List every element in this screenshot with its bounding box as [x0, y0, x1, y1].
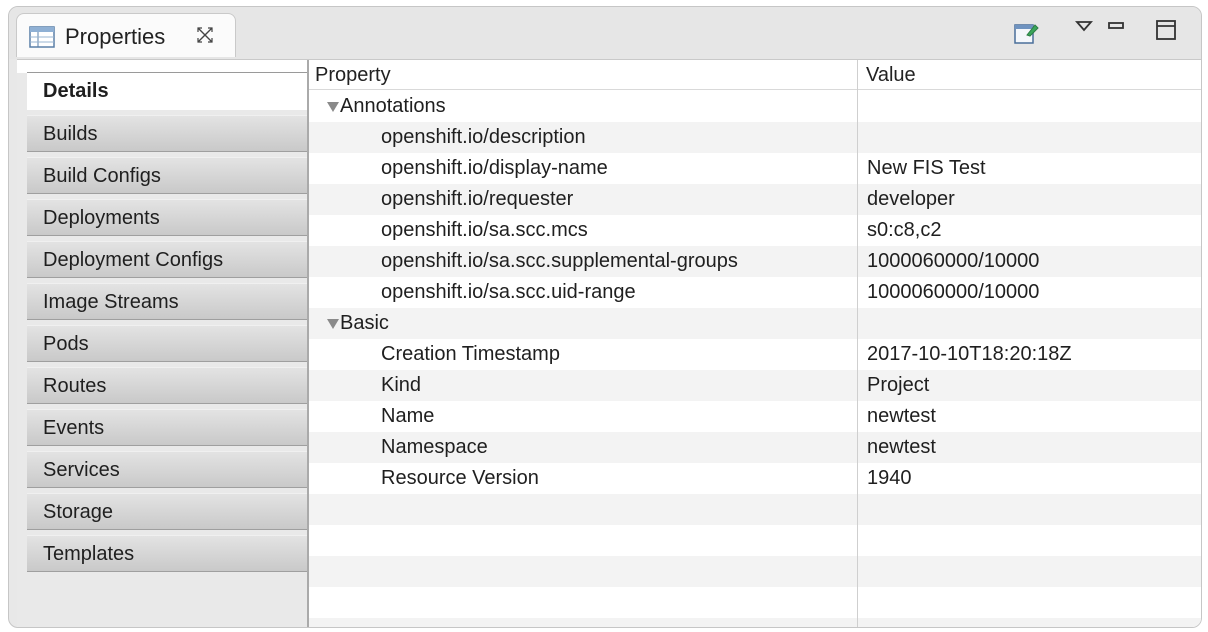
expand-triangle-icon[interactable] [327, 319, 339, 329]
property-name: openshift.io/sa.scc.uid-range [381, 281, 636, 303]
table-row[interactable]: Kind Project [309, 370, 1201, 401]
table-row[interactable]: openshift.io/sa.scc.supplemental-groups 1… [309, 246, 1201, 277]
close-icon[interactable] [195, 25, 215, 45]
properties-view: Properties Details Builds Build Configs Dep… [8, 6, 1202, 628]
empty-row [309, 618, 1201, 627]
group-label: Annotations [340, 95, 446, 117]
table-row[interactable]: Creation Timestamp 2017-10-10T18:20:18Z [309, 339, 1201, 370]
nav-item-deployment-configs[interactable]: Deployment Configs [27, 241, 307, 278]
nav-item-deployments[interactable]: Deployments [27, 199, 307, 236]
property-name: openshift.io/sa.scc.supplemental-groups [381, 250, 738, 272]
property-name: openshift.io/description [381, 126, 586, 148]
table-row[interactable]: openshift.io/requester developer [309, 184, 1201, 215]
group-row-basic[interactable]: Basic [309, 308, 1201, 339]
column-header-property[interactable]: Property [309, 60, 857, 90]
table-row[interactable]: openshift.io/sa.scc.mcs s0:c8,c2 [309, 215, 1201, 246]
tab-title: Properties [65, 24, 166, 49]
expand-triangle-icon[interactable] [327, 102, 339, 112]
property-value: s0:c8,c2 [867, 219, 942, 241]
property-value: 1000060000/10000 [867, 281, 1040, 303]
property-value: developer [867, 188, 955, 210]
property-name: openshift.io/display-name [381, 157, 608, 179]
column-header-value[interactable]: Value [858, 60, 1201, 90]
group-label: Basic [340, 312, 389, 334]
properties-sheet: Details Builds Build Configs Deployments Dep… [17, 59, 1201, 627]
property-value: New FIS Test [867, 157, 986, 179]
maximize-icon[interactable] [1155, 19, 1177, 41]
minimize-icon[interactable] [1107, 19, 1125, 33]
table-row[interactable]: openshift.io/sa.scc.uid-range 1000060000/… [309, 277, 1201, 308]
tab-properties[interactable]: Properties [16, 13, 236, 57]
property-value: Project [867, 374, 930, 396]
nav-item-image-streams[interactable]: Image Streams [27, 283, 307, 320]
table-row[interactable]: Name newtest [309, 401, 1201, 432]
property-value: newtest [867, 405, 936, 427]
empty-row [309, 587, 1201, 618]
pin-icon[interactable] [1013, 21, 1039, 45]
nav-item-pods[interactable]: Pods [27, 325, 307, 362]
empty-row [309, 525, 1201, 556]
nav-item-services[interactable]: Services [27, 451, 307, 488]
nav-item-events[interactable]: Events [27, 409, 307, 446]
nav-item-details[interactable]: Details [27, 73, 307, 110]
property-value: 1940 [867, 467, 912, 489]
table-row[interactable]: openshift.io/description [309, 122, 1201, 153]
view-menu-icon[interactable] [1075, 19, 1093, 33]
property-name: Resource Version [381, 467, 539, 489]
properties-table: Annotations openshift.io/description opens… [309, 60, 1201, 627]
view-tab-bar: Properties [9, 7, 1201, 59]
property-name: Kind [381, 374, 422, 396]
empty-row [309, 556, 1201, 587]
property-name: openshift.io/sa.scc.mcs [381, 219, 588, 241]
table-row[interactable]: openshift.io/display-name New FIS Test [309, 153, 1201, 184]
table-icon [29, 26, 55, 48]
property-value: newtest [867, 436, 936, 458]
table-row[interactable]: Resource Version 1940 [309, 463, 1201, 494]
property-value: 1000060000/10000 [867, 250, 1040, 272]
nav-item-templates[interactable]: Templates [27, 535, 307, 572]
group-row-annotations[interactable]: Annotations [309, 91, 1201, 122]
nav-item-storage[interactable]: Storage [27, 493, 307, 530]
nav-item-builds[interactable]: Builds [27, 115, 307, 152]
property-name: Creation Timestamp [381, 343, 560, 365]
property-name: Namespace [381, 436, 488, 458]
property-name: openshift.io/requester [381, 188, 574, 210]
nav-item-build-configs[interactable]: Build Configs [27, 157, 307, 194]
property-name: Name [381, 405, 435, 427]
table-row[interactable]: Namespace newtest [309, 432, 1201, 463]
empty-row [309, 494, 1201, 525]
nav-item-routes[interactable]: Routes [27, 367, 307, 404]
property-value: 2017-10-10T18:20:18Z [867, 343, 1072, 365]
column-divider[interactable] [857, 60, 858, 627]
